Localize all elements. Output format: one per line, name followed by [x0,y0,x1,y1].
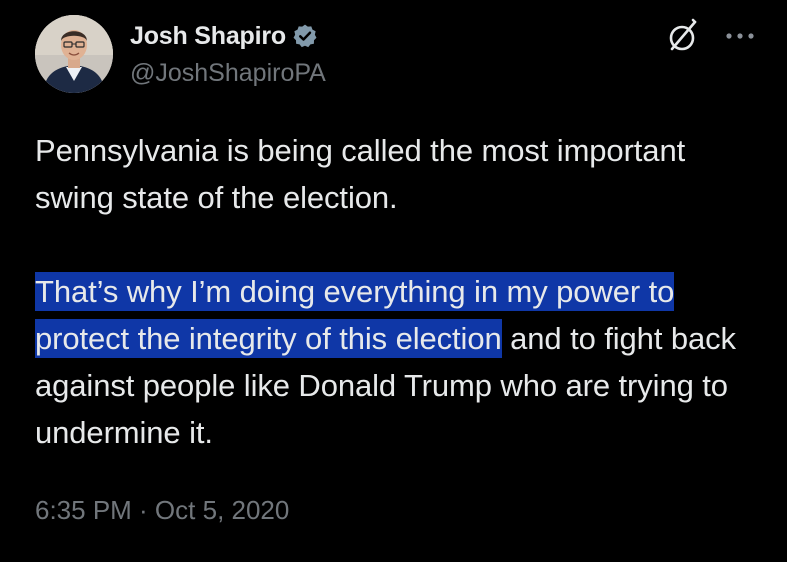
tweet-paragraph-1: Pennsylvania is being called the most im… [35,133,686,215]
tweet-text: Pennsylvania is being called the most im… [35,127,755,456]
tweet: Josh Shapiro @JoshShapiroPA Pennsylvania… [0,0,787,562]
profile-photo [35,15,113,93]
grok-button[interactable] [664,17,702,55]
tweet-paragraph-2: That’s why I’m doing everything in my po… [35,268,755,456]
tweet-timestamp[interactable]: 6:35 PM · Oct 5, 2020 [35,495,289,526]
avatar[interactable] [35,15,113,93]
grok-icon [669,18,697,51]
author-handle[interactable]: @JoshShapiroPA [130,59,326,88]
author-name-row[interactable]: Josh Shapiro [130,19,318,53]
more-options-icon [726,33,754,39]
verified-badge-icon[interactable] [292,23,318,49]
display-name[interactable]: Josh Shapiro [130,22,286,51]
more-options-button[interactable] [720,22,760,50]
